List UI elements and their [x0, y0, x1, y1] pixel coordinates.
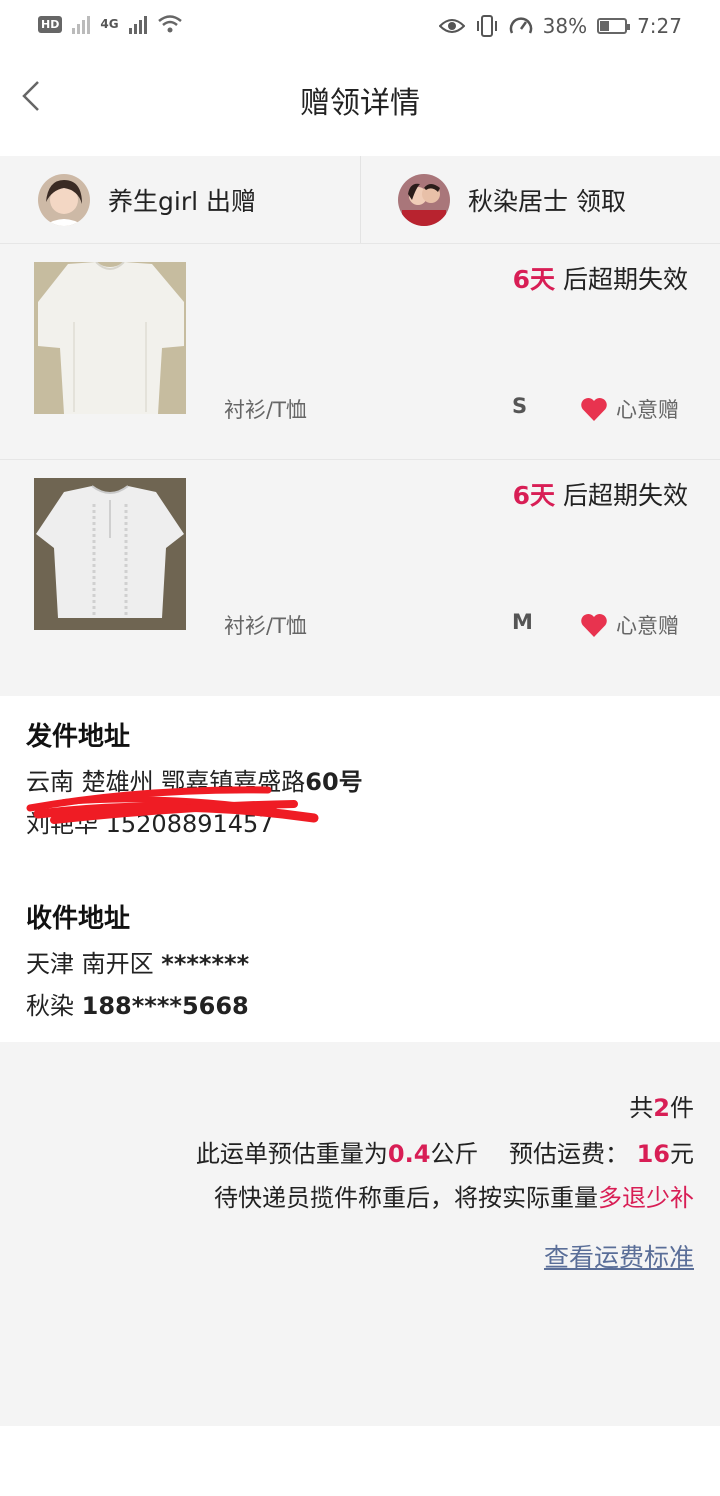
product-photo-blouse	[34, 478, 186, 630]
wifi-icon	[157, 15, 182, 33]
receiver-address-card: 收件地址 天津 南开区 ******* 秋染 188****5668	[0, 878, 720, 1042]
sender-address-label: 发件地址	[26, 722, 131, 752]
giver-name: 养生girl	[108, 186, 199, 216]
gift-type-label: 心意赠	[616, 614, 679, 638]
divider	[360, 156, 361, 243]
network-type: 4G	[100, 17, 119, 31]
weight-note: 待快递员揽件称重后，将按实际重量多退少补	[214, 1184, 694, 1212]
size-label: M	[512, 610, 533, 634]
battery-icon	[597, 18, 631, 34]
eye-icon	[438, 19, 465, 33]
redaction-scribble	[26, 786, 319, 824]
shipping-summary: 共2件 此运单预估重量为0.4公斤 预估运费： 16元 待快递员揽件称重后，将按…	[0, 1042, 720, 1426]
giver-action: 出赠	[206, 186, 257, 216]
category-label: 衬衫/T恤	[224, 398, 307, 422]
product-photo-tshirt	[34, 262, 186, 414]
item-count: 共2件	[629, 1094, 694, 1122]
clock: 7:27	[637, 14, 682, 38]
heart-icon	[581, 397, 607, 421]
gift-type-label: 心意赠	[616, 398, 679, 422]
battery-percent: 38%	[542, 14, 588, 38]
receiver-action: 领取	[575, 186, 626, 216]
weight-fee-line: 此运单预估重量为0.4公斤 预估运费： 16元	[195, 1140, 694, 1168]
fee-standard-link[interactable]: 查看运费标准	[544, 1238, 694, 1274]
giver-box[interactable]: 养生girl 出赠	[38, 156, 256, 243]
page-title: 赠领详情	[300, 86, 420, 121]
expire-label: 6天 后超期失效	[512, 481, 688, 510]
vibrate-icon	[476, 15, 497, 37]
gift-panel: 养生girl 出赠 秋染居士 领取 6天 后超期失效 衬衫/T恤 S 心意赠 6…	[0, 156, 720, 696]
app-header: 赠领详情	[0, 56, 720, 156]
giver-avatar	[38, 173, 90, 226]
sender-address-card: 发件地址 云南 楚雄州 鄂嘉镇嘉盛路60号 刘艳华 15208891457	[0, 696, 720, 858]
heart-icon	[581, 613, 607, 637]
receiver-name: 秋染居士	[468, 186, 569, 216]
receiver-address-label: 收件地址	[26, 904, 131, 934]
receiver-address-region: 天津 南开区 *******	[26, 950, 250, 978]
list-item[interactable]: 6天 后超期失效 衬衫/T恤 M 心意赠	[0, 460, 720, 676]
list-item[interactable]: 6天 后超期失效 衬衫/T恤 S 心意赠	[0, 244, 720, 460]
speed-icon	[509, 17, 532, 34]
signal-sim1-icon	[72, 14, 91, 34]
receiver-box[interactable]: 秋染居士 领取	[398, 156, 626, 243]
size-label: S	[512, 394, 528, 418]
hd-icon: HD	[38, 15, 63, 33]
status-bar: HD 4G 38% 7:27	[0, 0, 720, 56]
category-label: 衬衫/T恤	[224, 614, 307, 638]
receiver-contact: 秋染 188****5668	[26, 992, 249, 1020]
receiver-avatar	[398, 173, 450, 226]
expire-label: 6天 后超期失效	[512, 265, 688, 294]
signal-sim2-icon	[128, 14, 147, 34]
